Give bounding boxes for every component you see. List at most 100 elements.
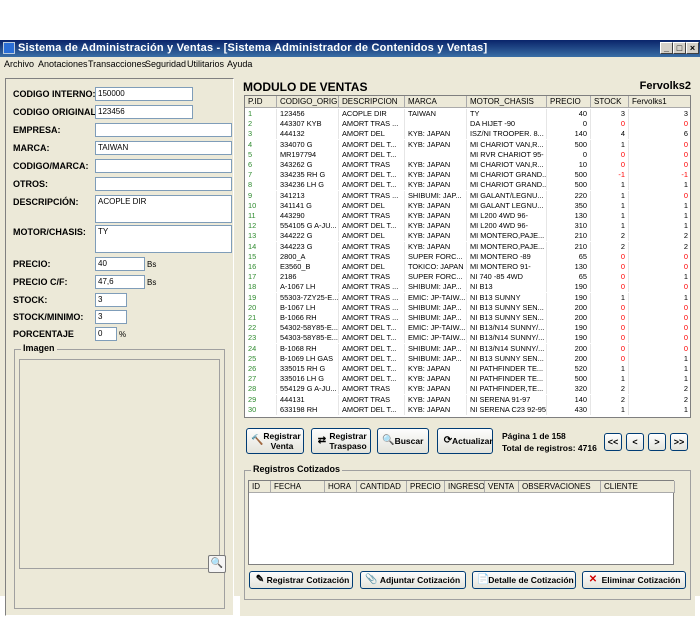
cotizados-column-6[interactable]: VENTA [485,481,519,493]
menu-transacciones[interactable]: Transacciones [88,59,146,69]
table-cell: SUPER FORC... [405,251,467,262]
table-cell: NI SERENA 91-97 [467,394,547,405]
adjuntar-cotizacion-button[interactable]: 📎 Adjuntar Cotización [360,571,466,589]
column-header-3[interactable]: MARCA [405,96,467,108]
codigo-original-field[interactable]: 123456 [95,105,193,119]
column-header-1[interactable]: CODIGO_ORIG [277,96,339,108]
table-row[interactable]: 26 335015 RH G AMORT DEL T... KYB: JAPAN NI … [245,364,690,374]
column-header-2[interactable]: DESCRIPCION [339,96,405,108]
table-row[interactable]: 15 2800_A AMORT TRAS SUPER FORC... MI MONTER… [245,251,690,262]
table-row[interactable]: 18 A-1067 LH AMORT TRAS ... SHIBUMI: JAP...… [245,282,690,293]
eliminar-cotizacion-label: Eliminar Cotización [601,575,681,585]
cotizados-column-1[interactable]: FECHA [271,481,325,493]
codigo-marca-label: CODIGO/MARCA: [13,161,89,171]
column-header-0[interactable]: P.ID [245,96,277,108]
table-cell: KYB: JAPAN [405,211,467,221]
cotizados-column-3[interactable]: CANTIDAD [357,481,407,493]
registrar-traspaso-button[interactable]: ⇄ Registrar Traspaso [311,428,371,454]
motor-chasis-field[interactable]: TY [95,225,232,253]
table-row[interactable]: 5 MR197794 AMORT DEL T... MI RVR CHARIOT 95… [245,149,690,160]
stock-field[interactable]: 3 [95,293,127,307]
menu-seguridad[interactable]: Seguridad [145,59,186,69]
table-row[interactable]: 10 341141 G AMORT DEL KYB: JAPAN MI GALANT L… [245,200,690,211]
table-row[interactable]: 19 55303-7ZY25-E... AMORT TRAS ... EMIC: JP… [245,292,690,303]
table-row[interactable]: 4 334070 G AMORT DEL T... KYB: JAPAN MI CHAR… [245,139,690,150]
next-page-button[interactable]: > [648,433,666,451]
table-cell: TAIWAN [405,109,467,119]
table-row[interactable]: 21 B-1066 RH AMORT TRAS ... SHIBUMI: JAP...… [245,313,690,323]
otros-field[interactable] [95,177,232,191]
marca-field[interactable]: TAIWAN [95,141,232,155]
actualizar-button[interactable]: ⟳ Actualizar [437,428,493,454]
table-cell: 4 [591,129,629,140]
table-row[interactable]: 6 343262 G AMORT TRAS KYB: JAPAN MI CHARIOT … [245,160,690,170]
table-row[interactable]: 24 B-1068 RH AMORT DEL T... SHIBUMI: JAP...… [245,343,690,354]
registrar-venta-button[interactable]: 🔨 Registrar Venta [246,428,304,454]
table-row[interactable]: 20 B-1067 LH AMORT TRAS ... SHIBUMI: JAP...… [245,302,690,313]
table-cell: 430 [547,404,591,415]
menu-utilitarios[interactable]: Utilitarios [187,59,224,69]
table-row[interactable]: 29 444131 AMORT TRAS KYB: JAPAN NI SERENA 91… [245,394,690,405]
column-header-5[interactable]: PRECIO [547,96,591,108]
table-cell: KYB: JAPAN [405,180,467,191]
detalle-cotizacion-button[interactable]: 📄 Detalle de Cotización [472,571,576,589]
precio-cf-field[interactable]: 47,6 [95,275,145,289]
column-header-6[interactable]: STOCK [591,96,629,108]
table-cell: NI B13 SUNNY SEN... [467,353,547,364]
otros-label: OTROS: [13,179,48,189]
table-row[interactable]: 2 443307 KYB AMORT TRAS ... DA HIJET -90 0 0 0 [245,119,690,130]
cotizados-column-2[interactable]: HORA [325,481,357,493]
table-cell: 27 [245,374,277,385]
maximize-button[interactable]: □ [673,42,686,54]
table-cell: KYB: JAPAN [405,241,467,252]
cotizados-column-5[interactable]: INGRESO [445,481,485,493]
zoom-image-button[interactable]: 🔍 [208,555,226,573]
menu-anotaciones[interactable]: Anotaciones [38,59,88,69]
table-row[interactable]: 23 54303-58Y85-E... AMORT DEL T... EMIC: JP… [245,333,690,344]
stock-minimo-field[interactable]: 3 [95,310,127,324]
table-row[interactable]: 3 444132 AMORT DEL KYB: JAPAN ISZ/NI TROOPER… [245,129,690,140]
table-row[interactable]: 28 554129 G A-JU... AMORT TRAS KYB: JAPAN NI… [245,384,690,395]
last-page-button[interactable]: >> [670,433,688,451]
table-row[interactable]: 22 54302-58Y85-E... AMORT DEL T... EMIC: JP… [245,323,690,334]
minimize-button[interactable]: _ [660,42,673,54]
table-row[interactable]: 17 2186 AMORT TRAS SUPER FORC... NI 740 -85 … [245,272,690,283]
menu-archivo[interactable]: Archivo [4,59,34,69]
table-row[interactable]: 27 335016 LH G AMORT DEL T... KYB: JAPAN NI … [245,374,690,385]
table-row[interactable]: 11 443290 AMORT TRAS KYB: JAPAN MI L200 4WD … [245,211,690,221]
stock-label: STOCK: [13,295,48,305]
cotizados-column-7[interactable]: OBSERVACIONES [519,481,601,493]
table-row[interactable]: 25 B-1069 LH GAS AMORT DEL T... SHIBUMI: JA… [245,353,690,364]
table-row[interactable]: 14 344223 G AMORT TRAS KYB: JAPAN MI MONTERO… [245,241,690,252]
precio-field[interactable]: 40 [95,257,145,271]
column-header-7[interactable]: Fervolks1 [629,96,690,108]
table-row[interactable]: 8 334236 LH G AMORT DEL T... KYB: JAPAN MI C… [245,180,690,191]
eliminar-cotizacion-button[interactable]: ✕ Eliminar Cotización [582,571,686,589]
table-row[interactable]: 9 341213 AMORT TRAS ... SHIBUMI: JAP... MI G… [245,190,690,201]
column-header-4[interactable]: MOTOR_CHASIS [467,96,547,108]
cotizados-grid[interactable]: ID FECHA HORA CANTIDAD PRECIO INGRESO VENTA OBS… [248,480,675,565]
cotizados-column-8[interactable]: CLIENTE [601,481,675,493]
porcentaje-field[interactable]: 0 [95,327,117,341]
registrar-cotizacion-button[interactable]: ✎ Registrar Cotización [249,571,353,589]
codigo-marca-field[interactable] [95,159,232,173]
table-cell: KYB: JAPAN [405,231,467,242]
buscar-button[interactable]: 🔍 Buscar [377,428,429,454]
table-cell: 65 [547,272,591,283]
table-row[interactable]: 1 123456 ACOPLE DIR TAIWAN TY 40 3 3 [245,109,690,119]
table-row[interactable]: 7 334235 RH G AMORT DEL T... KYB: JAPAN MI C… [245,170,690,181]
first-page-button[interactable]: << [604,433,622,451]
table-row[interactable]: 12 554105 G A-JU... AMORT DEL T... KYB: JAP… [245,221,690,232]
descripcion-field[interactable]: ACOPLE DIR [95,195,232,223]
close-button[interactable]: × [686,42,699,54]
cotizados-column-4[interactable]: PRECIO [407,481,445,493]
codigo-interno-field[interactable]: 150000 [95,87,193,101]
prev-page-button[interactable]: < [626,433,644,451]
empresa-field[interactable] [95,123,232,137]
menu-ayuda[interactable]: Ayuda [227,59,252,69]
table-row[interactable]: 16 E3560_B AMORT DEL TOKICO: JAPAN MI MONTER… [245,262,690,272]
products-grid[interactable]: P.ID CODIGO_ORIG DESCRIPCION MARCA MOTOR_CHA… [244,95,691,418]
cotizados-column-0[interactable]: ID [249,481,271,493]
table-row[interactable]: 13 344222 G AMORT DEL KYB: JAPAN MI MONTERO,… [245,231,690,242]
table-row[interactable]: 30 633198 RH AMORT DEL T... KYB: JAPAN NI SE… [245,404,690,415]
